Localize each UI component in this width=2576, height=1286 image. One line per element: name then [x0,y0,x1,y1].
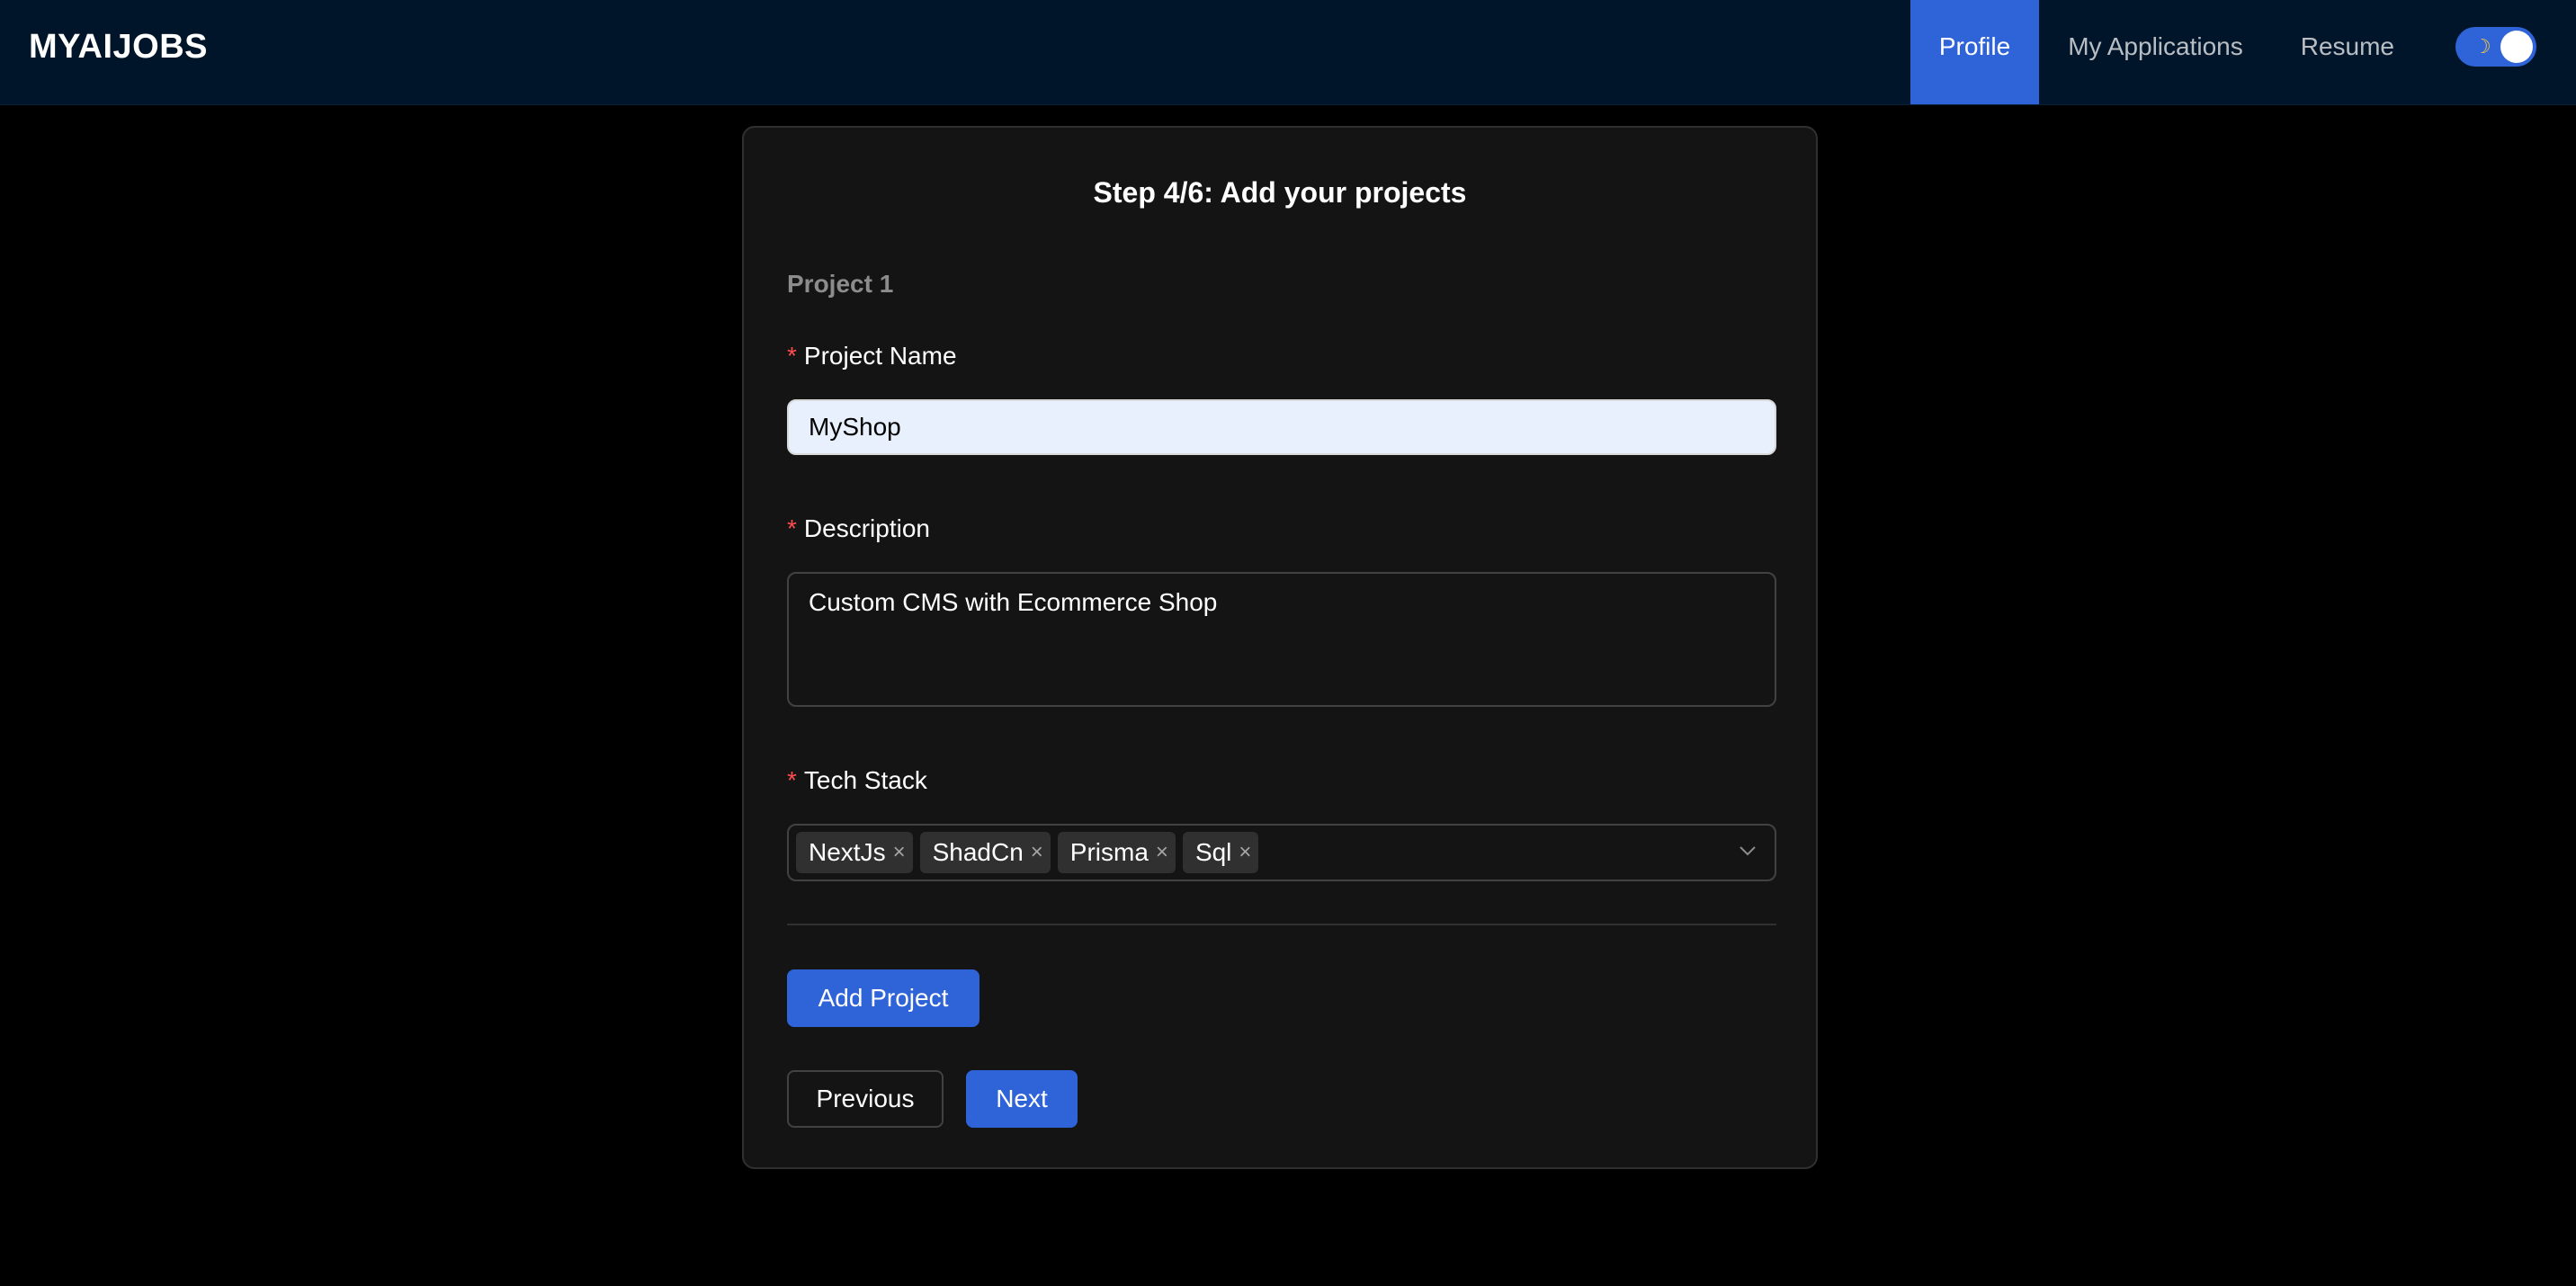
chevron-down-icon[interactable] [1739,842,1757,860]
remove-tag-icon[interactable]: × [1239,840,1251,865]
project-name-label: * Project Name [787,342,957,371]
add-project-button[interactable]: Add Project [787,969,979,1027]
nav-item-my-applications[interactable]: My Applications [2039,0,2272,104]
tech-tag: NextJs × [796,832,913,873]
tech-tag: ShadCn × [919,832,1051,873]
previous-button[interactable]: Previous [787,1070,944,1128]
description-textarea[interactable]: Custom CMS with Ecommerce Shop [787,572,1776,707]
next-button[interactable]: Next [966,1070,1078,1128]
nav-item-resume[interactable]: Resume [2272,0,2423,104]
tech-stack-label-text: Tech Stack [803,766,927,794]
project-heading: Project 1 [787,270,894,298]
tech-stack-select[interactable]: NextJs × ShadCn × Prisma × Sql × [787,824,1776,881]
theme-toggle-container: ☽ [2423,0,2576,94]
required-mark: * [787,514,797,542]
project-name-label-text: Project Name [803,342,957,370]
step-title: Step 4/6: Add your projects [1093,176,1467,209]
project-name-input[interactable]: MyShop [787,399,1776,455]
tech-stack-label: * Tech Stack [787,766,927,795]
tech-tag-label: Sql [1194,838,1232,866]
nav-item-profile[interactable]: Profile [1910,0,2040,104]
required-mark: * [787,342,797,370]
main-nav: Profile My Applications Resume ☽ [1910,0,2576,104]
tech-tag: Sql × [1182,832,1259,873]
required-mark: * [787,766,797,794]
project-form-card: Step 4/6: Add your projects Project 1 * P… [742,126,1818,1169]
remove-tag-icon[interactable]: × [1031,840,1043,865]
remove-tag-icon[interactable]: × [893,840,906,865]
description-label-text: Description [803,514,930,542]
tech-tag-label: NextJs [809,838,886,866]
section-divider [787,924,1776,925]
top-navbar: MYAIJOBS Profile My Applications Resume … [0,0,2576,105]
theme-toggle[interactable]: ☽ [2455,27,2536,67]
app-logo[interactable]: MYAIJOBS [29,0,208,94]
description-label: * Description [787,514,930,543]
tech-tag-label: Prisma [1069,838,1149,866]
tech-tag-label: ShadCn [932,838,1024,866]
moon-icon: ☽ [2473,35,2491,58]
remove-tag-icon[interactable]: × [1156,840,1168,865]
tech-tag: Prisma × [1057,832,1176,873]
toggle-knob [2500,31,2533,63]
